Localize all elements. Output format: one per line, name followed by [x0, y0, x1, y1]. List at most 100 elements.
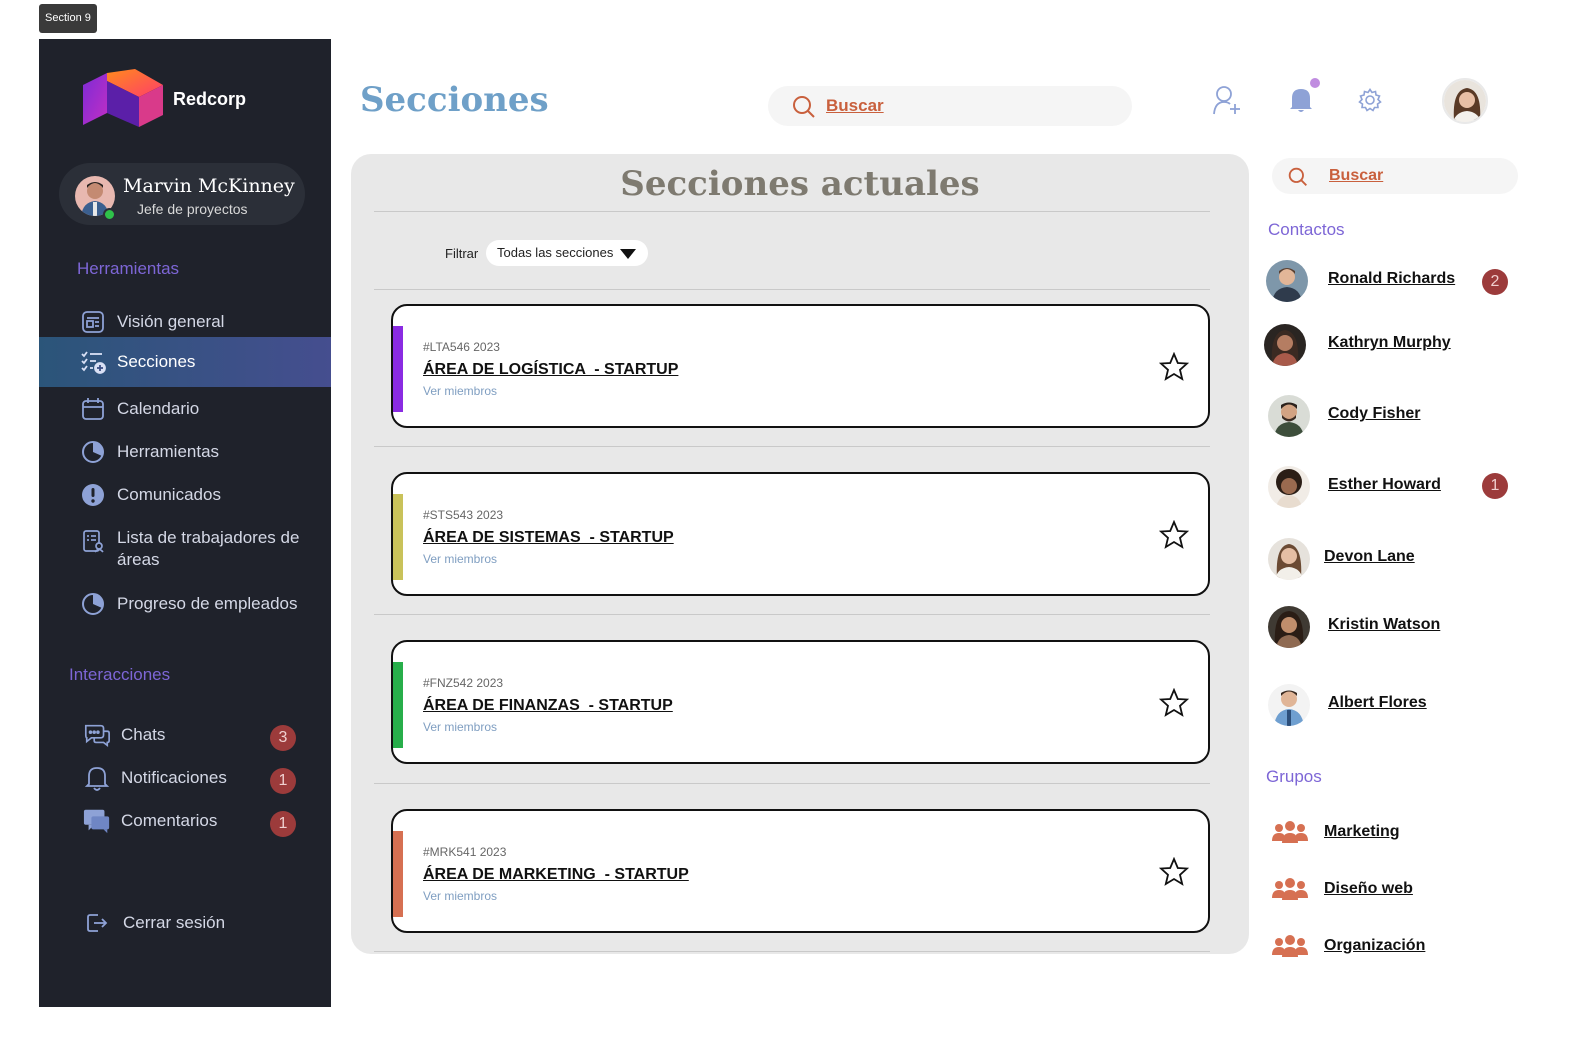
contact-item[interactable]: Kathryn Murphy	[1262, 324, 1522, 368]
sidebar-item-label: Secciones	[117, 352, 196, 371]
star-icon[interactable]	[1159, 688, 1189, 718]
page-title: Secciones	[360, 80, 549, 120]
avatar	[1268, 466, 1310, 508]
section-card[interactable]: #LTA546 2023 ÁREA DE LOGÍSTICA - STARTUP…	[391, 304, 1210, 428]
group-name: Diseño web	[1324, 880, 1413, 897]
sidebar-item-vision-general[interactable]: Visión general	[39, 302, 331, 342]
card-color-stripe	[393, 326, 403, 412]
star-icon[interactable]	[1159, 857, 1189, 887]
gear-icon[interactable]	[1358, 88, 1382, 112]
sidebar-item-label: Comunicados	[117, 485, 221, 504]
sidebar: Redcorp Marvin McKinney Jefe de proyecto…	[39, 39, 331, 1007]
contact-item[interactable]: Cody Fisher	[1262, 395, 1522, 439]
card-color-stripe	[393, 831, 403, 917]
star-icon[interactable]	[1159, 352, 1189, 382]
view-members-link[interactable]: Ver miembros	[423, 720, 497, 734]
view-members-link[interactable]: Ver miembros	[423, 889, 497, 903]
group-icon	[1272, 878, 1308, 900]
view-members-link[interactable]: Ver miembros	[423, 384, 497, 398]
profile-card[interactable]: Marvin McKinney Jefe de proyectos	[59, 163, 305, 225]
sidebar-item-label: Lista de trabajadores de áreas	[117, 528, 300, 569]
avatar	[1264, 324, 1306, 366]
bell-icon[interactable]	[1288, 86, 1314, 114]
search-input[interactable]: Buscar	[768, 86, 1132, 126]
section-card[interactable]: #FNZ542 2023 ÁREA DE FINANZAS - STARTUP …	[391, 640, 1210, 764]
chat-icon	[83, 721, 111, 749]
notifications-badge: 1	[270, 768, 296, 794]
profile-role: Jefe de proyectos	[137, 201, 248, 217]
group-name: Organización	[1324, 937, 1426, 954]
section-card[interactable]: #STS543 2023 ÁREA DE SISTEMAS - STARTUP …	[391, 472, 1210, 596]
sidebar-item-secciones[interactable]: Secciones	[39, 337, 331, 387]
search-icon	[793, 96, 815, 118]
sidebar-item-label: Notificaciones	[121, 768, 227, 787]
contact-item[interactable]: Devon Lane	[1262, 538, 1522, 582]
contact-item[interactable]: Ronald Richards 2	[1262, 260, 1522, 304]
contact-name: Kristin Watson	[1328, 616, 1441, 633]
card-code: #LTA546 2023	[423, 340, 500, 354]
sidebar-item-comunicados[interactable]: Comunicados	[39, 475, 331, 515]
divider	[374, 446, 1210, 447]
alert-icon	[79, 481, 107, 509]
card-code: #FNZ542 2023	[423, 676, 504, 690]
divider	[374, 951, 1210, 952]
sidebar-item-label: Chats	[121, 725, 166, 744]
group-item[interactable]: Diseño web	[1272, 874, 1522, 908]
search-icon	[1288, 167, 1307, 186]
dashboard-icon	[79, 308, 107, 336]
contact-name: Kathryn Murphy	[1328, 334, 1451, 351]
sidebar-item-herramientas[interactable]: Herramientas	[39, 432, 331, 472]
logout-icon	[83, 909, 111, 937]
card-code: #MRK541 2023	[423, 845, 507, 859]
contacts-search-input[interactable]: Buscar	[1272, 158, 1518, 194]
contact-item[interactable]: Albert Flores	[1262, 684, 1522, 728]
filter-select[interactable]: Todas las secciones	[486, 240, 648, 266]
sections-panel: Secciones actuales Filtrar Todas las sec…	[351, 154, 1249, 954]
pie-chart-icon	[79, 590, 107, 618]
comments-icon	[83, 807, 111, 835]
contact-item[interactable]: Esther Howard 1	[1262, 466, 1522, 510]
chats-badge: 3	[270, 725, 296, 751]
sidebar-item-comentarios[interactable]: Comentarios 1	[39, 801, 331, 841]
divider	[374, 211, 1210, 212]
avatar[interactable]	[1442, 78, 1488, 124]
logout-button[interactable]: Cerrar sesión	[39, 903, 331, 943]
card-color-stripe	[393, 662, 403, 748]
sidebar-item-chats[interactable]: Chats 3	[39, 715, 331, 755]
sidebar-item-notificaciones[interactable]: Notificaciones 1	[39, 758, 331, 798]
sidebar-item-progreso-empleados[interactable]: Progreso de empleados	[39, 584, 331, 624]
caret-down-icon	[620, 249, 636, 259]
logout-label: Cerrar sesión	[123, 913, 226, 932]
notification-dot	[1310, 78, 1320, 88]
section-card[interactable]: #MRK541 2023 ÁREA DE MARKETING - STARTUP…	[391, 809, 1210, 933]
sidebar-item-label: Comentarios	[121, 811, 218, 830]
group-icon	[1272, 821, 1308, 843]
group-item[interactable]: Organización	[1272, 931, 1522, 965]
sidebar-item-calendario[interactable]: Calendario	[39, 389, 331, 429]
group-icon	[1272, 935, 1308, 957]
sidebar-item-lista-trabajadores[interactable]: Lista de trabajadores de áreas	[39, 527, 331, 575]
brand[interactable]: Redcorp	[83, 69, 246, 129]
card-title[interactable]: ÁREA DE FINANZAS - STARTUP	[423, 697, 673, 715]
search-placeholder: Buscar	[826, 96, 884, 115]
card-title[interactable]: ÁREA DE LOGÍSTICA - STARTUP	[423, 361, 678, 379]
contact-name: Esther Howard	[1328, 476, 1441, 493]
view-members-link[interactable]: Ver miembros	[423, 552, 497, 566]
divider	[374, 289, 1210, 290]
contact-name: Albert Flores	[1328, 694, 1427, 711]
star-icon[interactable]	[1159, 520, 1189, 550]
redcorp-logo-icon	[83, 69, 163, 127]
calendar-icon	[79, 395, 107, 423]
card-code: #STS543 2023	[423, 508, 504, 522]
add-contact-icon[interactable]	[1212, 84, 1242, 116]
group-item[interactable]: Marketing	[1272, 817, 1522, 851]
card-title[interactable]: ÁREA DE SISTEMAS - STARTUP	[423, 529, 674, 547]
comments-badge: 1	[270, 811, 296, 837]
avatar	[1266, 260, 1308, 302]
worker-list-icon	[79, 527, 107, 555]
card-title[interactable]: ÁREA DE MARKETING - STARTUP	[423, 866, 689, 884]
brand-name: Redcorp	[173, 88, 247, 109]
bell-icon	[83, 764, 111, 792]
contact-item[interactable]: Kristin Watson	[1262, 606, 1522, 650]
online-status-icon	[103, 208, 116, 221]
